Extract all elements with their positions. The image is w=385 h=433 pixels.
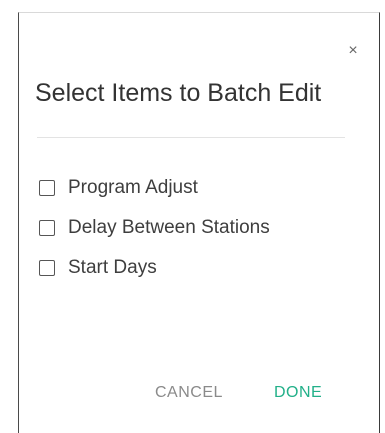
option-label: Program Adjust: [68, 177, 198, 198]
option-program-adjust[interactable]: Program Adjust: [39, 176, 198, 200]
option-label: Start Days: [68, 257, 157, 278]
title-divider: [37, 137, 345, 138]
option-delay-between-stations[interactable]: Delay Between Stations: [39, 216, 270, 240]
option-start-days[interactable]: Start Days: [39, 256, 157, 280]
dialog-title: Select Items to Batch Edit: [35, 79, 322, 107]
option-label: Delay Between Stations: [68, 217, 270, 238]
checkbox-unchecked-icon[interactable]: [39, 220, 55, 236]
checkbox-unchecked-icon[interactable]: [39, 260, 55, 276]
batch-edit-dialog: × Select Items to Batch Edit Program Adj…: [18, 12, 380, 433]
done-button[interactable]: DONE: [274, 384, 322, 402]
cancel-button[interactable]: CANCEL: [155, 384, 223, 402]
checkbox-unchecked-icon[interactable]: [39, 180, 55, 196]
close-icon[interactable]: ×: [345, 43, 361, 59]
